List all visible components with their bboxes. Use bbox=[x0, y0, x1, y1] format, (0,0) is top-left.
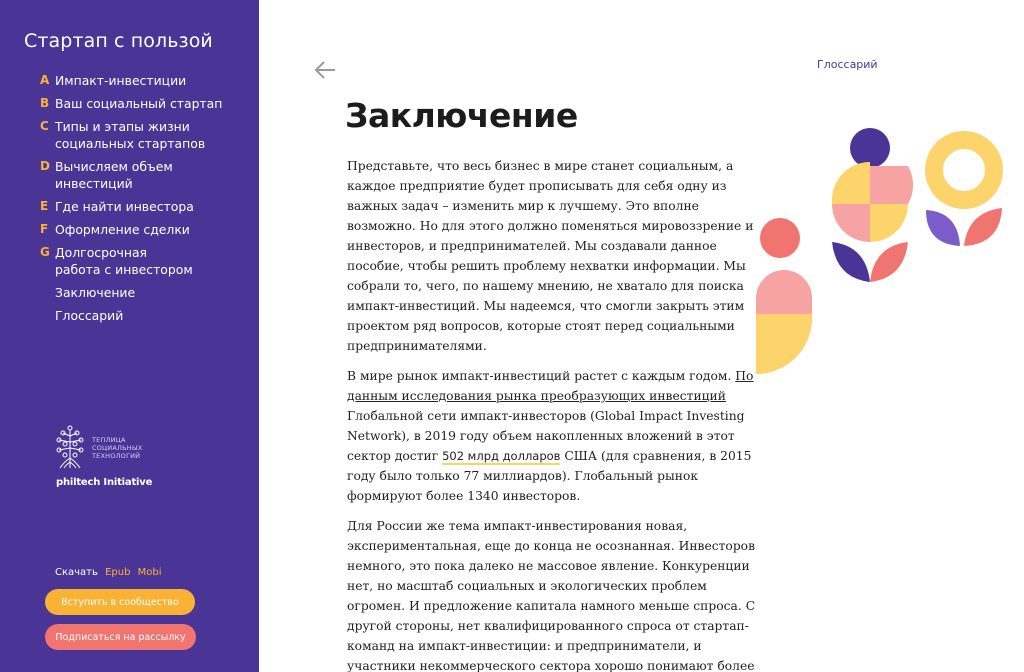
site-title[interactable]: Стартап с пользой bbox=[24, 30, 213, 52]
nav-item-social-startup[interactable]: B Ваш социальный стартап bbox=[40, 95, 250, 112]
glossary-link[interactable]: Глоссарий bbox=[817, 58, 878, 71]
flower-petal bbox=[756, 270, 812, 314]
nav-item-deal[interactable]: F Оформление сделки bbox=[40, 221, 250, 238]
flower-petal bbox=[870, 204, 908, 242]
flower-leaf bbox=[964, 208, 1002, 246]
join-community-button[interactable]: Вступить в сообщество bbox=[45, 589, 195, 615]
nav-item-startup-types[interactable]: C Типы и этапы жизни социальных стартапов bbox=[40, 118, 250, 152]
flower-bud bbox=[760, 218, 800, 258]
flowers-illustration bbox=[756, 128, 1003, 375]
nav-item-conclusion[interactable]: Заключение bbox=[40, 284, 250, 301]
article-body: Представьте, что весь бизнес в мире стан… bbox=[347, 156, 767, 672]
sidebar: Стартап с пользой A Импакт-инвестиции B Ва… bbox=[0, 0, 259, 672]
flower-petal bbox=[832, 162, 870, 204]
flower-petal bbox=[832, 204, 870, 242]
nav-item-glossary[interactable]: Глоссарий bbox=[40, 307, 250, 324]
flower-ring bbox=[925, 131, 1003, 209]
flower-leaf bbox=[870, 242, 908, 282]
logo-name[interactable]: philtech Initiative bbox=[56, 477, 152, 488]
nav-item-find-investor[interactable]: E Где найти инвестора bbox=[40, 198, 250, 215]
logo-subtitle: ТЕПЛИЦА СОЦИАЛЬНЫХ ТЕХНОЛОГИЙ bbox=[92, 436, 143, 460]
download-mobi-link[interactable]: Mobi bbox=[138, 567, 162, 578]
subscribe-button[interactable]: Подписаться на рассылку bbox=[45, 624, 196, 650]
flower-leaf bbox=[832, 242, 870, 282]
nav-item-impact-investments[interactable]: A Импакт-инвестиции bbox=[40, 72, 250, 89]
flower-petal bbox=[870, 166, 914, 204]
download-epub-link[interactable]: Epub bbox=[105, 567, 130, 578]
flower-petal bbox=[756, 314, 813, 375]
paragraph: Для России же тема импакт-инвестирования… bbox=[347, 519, 756, 672]
nav-item-long-term[interactable]: G Долгосрочная работа с инвестором bbox=[40, 244, 250, 278]
download-links: Скачать Epub Mobi bbox=[55, 567, 162, 578]
paragraph: Представьте, что весь бизнес в мире стан… bbox=[347, 159, 754, 353]
paragraph: В мире рынок импакт-инвестиций растет с … bbox=[347, 369, 754, 503]
arrow-left-icon[interactable] bbox=[313, 60, 337, 80]
highlight-term[interactable]: 502 млрд долларов bbox=[442, 449, 561, 465]
page-title: Заключение bbox=[345, 96, 578, 135]
flower-leaf bbox=[926, 210, 960, 246]
download-label: Скачать bbox=[55, 567, 98, 578]
chapter-nav: A Импакт-инвестиции B Ваш социальный старт… bbox=[40, 72, 250, 330]
nav-item-investment-volume[interactable]: D Вычисляем объем инвестиций bbox=[40, 158, 250, 192]
